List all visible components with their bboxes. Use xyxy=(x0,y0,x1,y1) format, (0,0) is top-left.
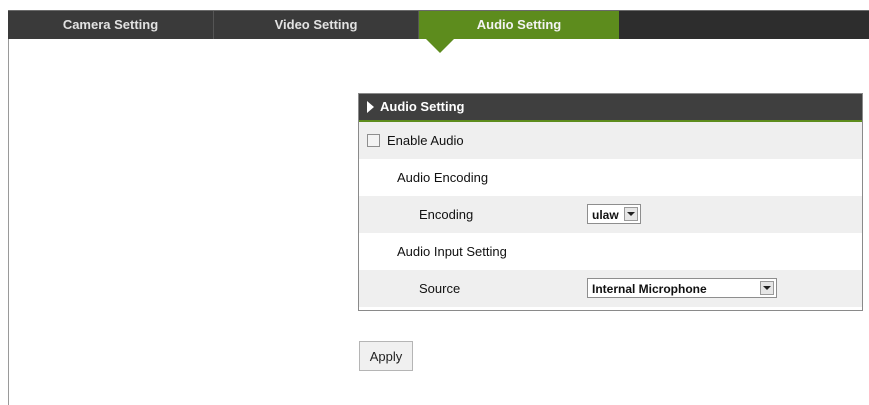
apply-button[interactable]: Apply xyxy=(359,341,413,371)
tab-video-setting[interactable]: Video Setting xyxy=(214,11,419,39)
encoding-value: ulaw xyxy=(592,208,619,222)
encoding-row: Encoding ulaw xyxy=(359,196,862,233)
enable-audio-label: Enable Audio xyxy=(387,133,464,148)
panel-header: Audio Setting xyxy=(359,94,862,122)
audio-encoding-heading: Audio Encoding xyxy=(397,170,489,185)
audio-setting-panel: Audio Setting Enable Audio Audio Encodin… xyxy=(358,93,863,311)
source-value: Internal Microphone xyxy=(592,282,707,296)
tab-camera-setting[interactable]: Camera Setting xyxy=(8,11,214,39)
source-select[interactable]: Internal Microphone xyxy=(587,278,777,298)
audio-input-heading: Audio Input Setting xyxy=(397,244,507,259)
audio-input-row: Audio Input Setting xyxy=(359,233,862,270)
enable-audio-checkbox[interactable] xyxy=(367,134,380,147)
left-border xyxy=(8,10,9,405)
source-label: Source xyxy=(419,281,461,296)
audio-encoding-row: Audio Encoding xyxy=(359,159,862,196)
triangle-right-icon xyxy=(367,100,374,113)
dropdown-arrow-icon[interactable] xyxy=(624,207,638,221)
settings-tabbar: Camera Setting Video Setting Audio Setti… xyxy=(8,10,869,39)
dropdown-arrow-icon[interactable] xyxy=(760,281,774,295)
panel-title: Audio Setting xyxy=(380,99,465,114)
encoding-select[interactable]: ulaw xyxy=(587,204,641,224)
encoding-label: Encoding xyxy=(419,207,474,222)
active-tab-pointer-icon xyxy=(425,38,455,53)
enable-audio-row: Enable Audio xyxy=(359,122,862,159)
tab-audio-setting[interactable]: Audio Setting xyxy=(419,11,619,39)
source-row: Source Internal Microphone xyxy=(359,270,862,307)
